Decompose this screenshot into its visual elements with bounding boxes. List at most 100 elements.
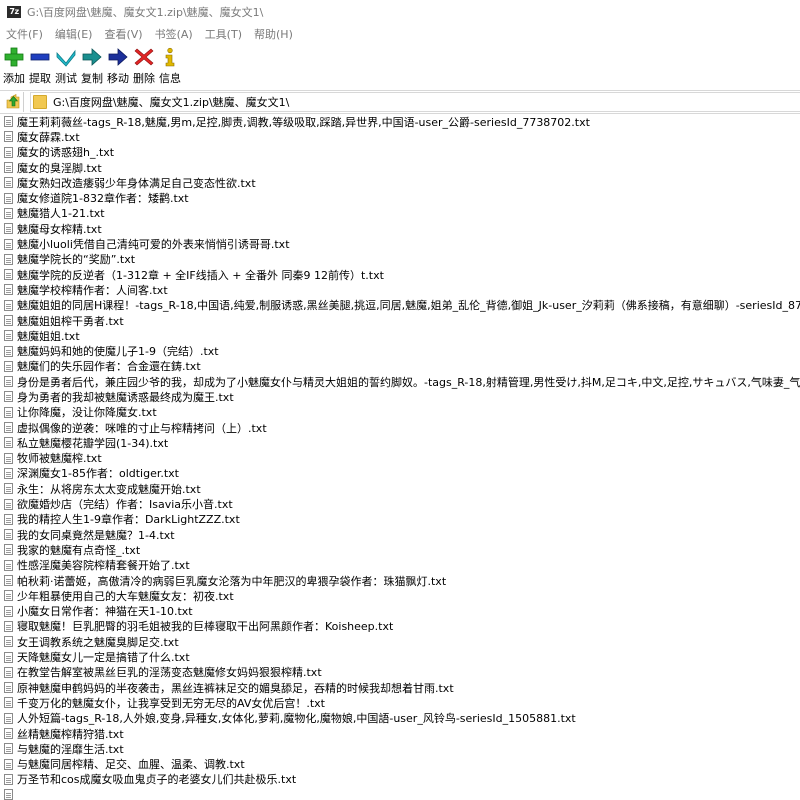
file-row[interactable]: 我的女同桌竟然是魅魔？1-4.txt	[0, 527, 800, 542]
file-row[interactable]: 魔女薛霖.txt	[0, 129, 800, 144]
text-file-icon	[4, 391, 13, 403]
file-row[interactable]: 帕秋莉·诺蕾姬，高傲清冷的病弱巨乳魔女沦落为中年肥汉的卑猥孕袋作者：珠猫飘灯.t…	[0, 573, 800, 588]
file-name: 虚拟偶像的逆袭：咪唯的寸止与榨精拷问（上）.txt	[17, 421, 267, 435]
file-row[interactable]: 在教堂告解室被黑丝巨乳的淫荡变态魅魔修女妈妈狠狠榨精.txt	[0, 665, 800, 680]
info-button[interactable]: 信息	[158, 44, 182, 86]
text-file-icon	[4, 207, 13, 219]
menu-help[interactable]: 帮助(H)	[248, 26, 299, 42]
text-file-icon	[4, 758, 13, 770]
text-file-icon	[4, 284, 13, 296]
menu-edit[interactable]: 编辑(E)	[49, 26, 99, 42]
file-name: 万圣节和cos成魔女吸血鬼贞子的老婆女儿们共赴极乐.txt	[17, 773, 297, 787]
text-file-icon	[4, 544, 13, 556]
file-name: 魅魔母女榨精.txt	[17, 222, 102, 236]
delete-button[interactable]: 删除	[132, 44, 156, 86]
up-folder-button[interactable]	[3, 92, 24, 112]
text-file-icon	[4, 498, 13, 510]
text-file-icon	[4, 743, 13, 755]
add-label: 添加	[3, 72, 25, 85]
file-name: 性感淫魔美容院榨精套餐开始了.txt	[17, 559, 190, 573]
file-name: 我的女同桌竟然是魅魔？1-4.txt	[17, 528, 175, 542]
file-row[interactable]: 魅魔姐姐.txt	[0, 328, 800, 343]
file-row[interactable]: 身份是勇者后代，兼庄园少爷的我，却成为了小魅魔女仆与精灵大姐姐的誓约脚奴。-ta…	[0, 374, 800, 389]
file-name: 身份是勇者后代，兼庄园少爷的我，却成为了小魅魔女仆与精灵大姐姐的誓约脚奴。-ta…	[17, 375, 800, 389]
text-file-icon	[4, 575, 13, 587]
file-row[interactable]: 寝取魅魔！巨乳肥臀的羽毛姐被我的巨棒寝取干出阿黑颜作者：Koisheep.txt	[0, 619, 800, 634]
file-row[interactable]: 虚拟偶像的逆袭：咪唯的寸止与榨精拷问（上）.txt	[0, 420, 800, 435]
minus-icon	[30, 47, 50, 67]
file-row[interactable]: 欲魔婚炒店（完结）作者：Isavia乐小音.txt	[0, 496, 800, 511]
text-file-icon	[4, 483, 13, 495]
file-row[interactable]: 魔女的臭淫脚.txt	[0, 160, 800, 175]
file-row[interactable]: 魅魔妈妈和她的使魔儿子1-9（完结）.txt	[0, 343, 800, 358]
file-name: 魅魔姐姐.txt	[17, 329, 80, 343]
text-file-icon	[4, 529, 13, 541]
menu-tools[interactable]: 工具(T)	[199, 26, 248, 42]
file-row[interactable]: 魅魔小luoli凭借自己清纯可爱的外表来悄悄引诱哥哥.txt	[0, 236, 800, 251]
file-row[interactable]: 魅魔母女榨精.txt	[0, 221, 800, 236]
file-row[interactable]: 魅魔姐姐的同居H课程！-tags_R-18,中国语,纯爱,制服诱惑,黑丝美腿,挑…	[0, 298, 800, 313]
file-row[interactable]: 性感淫魔美容院榨精套餐开始了.txt	[0, 558, 800, 573]
file-row[interactable]: 我的精控人生1-9章作者：DarkLightZZZ.txt	[0, 512, 800, 527]
menu-file[interactable]: 文件(F)	[0, 26, 49, 42]
file-row[interactable]: 牧师被魅魔榨.txt	[0, 451, 800, 466]
file-name: 身为勇者的我却被魅魔诱惑最终成为魔王.txt	[17, 391, 234, 404]
file-row[interactable]: 魅魔学校榨精作者：人间客.txt	[0, 282, 800, 297]
text-file-icon	[4, 345, 13, 357]
file-row[interactable]: 身为勇者的我却被魅魔诱惑最终成为魔王.txt	[0, 389, 800, 404]
file-row[interactable]: 与魅魔的淫靡生活.txt	[0, 741, 800, 756]
file-row[interactable]: 魔王莉莉薇丝-tags_R-18,魅魔,男m,足控,脚责,调教,等级吸取,踩踏,…	[0, 114, 800, 129]
file-row[interactable]: 少年粗暴使用自己的大车魅魔女友：初夜.txt	[0, 588, 800, 603]
text-file-icon	[4, 192, 13, 204]
file-name: 女王调教系统之魅魔臭脚足交.txt	[17, 635, 179, 649]
file-name: 魔女薛霖.txt	[17, 130, 80, 144]
text-file-icon	[4, 330, 13, 342]
file-row[interactable]: 人外短篇-tags_R-18,人外娘,变身,异種女,女体化,萝莉,魔物化,魔物娘…	[0, 711, 800, 726]
delete-label: 删除	[133, 72, 155, 85]
file-row[interactable]: 深渊魔女1-85作者：oldtiger.txt	[0, 466, 800, 481]
title-bar: 7z G:\百度网盘\魅魔、魔女文1.zip\魅魔、魔女文1\	[0, 0, 800, 24]
file-row[interactable]: 魅魔学院的反逆者（1-312章 + 全IF线插入 + 全番外 同秦9 12前传）…	[0, 267, 800, 282]
file-row[interactable]	[0, 787, 800, 800]
file-row[interactable]: 魅魔学院长的“奖励”.txt	[0, 252, 800, 267]
address-bar: G:\百度网盘\魅魔、魔女文1.zip\魅魔、魔女文1\	[0, 90, 800, 113]
text-file-icon	[4, 406, 13, 418]
file-name: 魅魔妈妈和她的使魔儿子1-9（完结）.txt	[17, 345, 219, 359]
toolbar: 添加 提取 测试 复制 移动 删除 信息	[0, 44, 800, 86]
file-name: 与魅魔同居榨精、足交、血腥、温柔、调教.txt	[17, 758, 245, 772]
copy-button[interactable]: 复制	[80, 44, 104, 86]
extract-button[interactable]: 提取	[28, 44, 52, 86]
menu-bar: 文件(F) 编辑(E) 查看(V) 书签(A) 工具(T) 帮助(H)	[0, 25, 800, 43]
file-row[interactable]: 千变万化的魅魔女仆，让我享受到无穷无尽的AV女优后宫！.txt	[0, 695, 800, 710]
file-row[interactable]: 女王调教系统之魅魔臭脚足交.txt	[0, 634, 800, 649]
file-row[interactable]: 魔女熟妇改造痿弱少年身体满足自己变态性欲.txt	[0, 175, 800, 190]
file-row[interactable]: 魔女修道院1-832章作者：矮鹳.txt	[0, 190, 800, 205]
file-name: 魔女熟妇改造痿弱少年身体满足自己变态性欲.txt	[17, 176, 256, 190]
text-file-icon	[4, 299, 13, 311]
file-row[interactable]: 魅魔们的失乐园作者：合金還在鋳.txt	[0, 359, 800, 374]
file-row[interactable]: 小魔女日常作者：神猫在天1-10.txt	[0, 604, 800, 619]
file-row[interactable]: 魅魔猎人1-21.txt	[0, 206, 800, 221]
add-button[interactable]: 添加	[2, 44, 26, 86]
test-button[interactable]: 测试	[54, 44, 78, 86]
file-row[interactable]: 魔女的诱惑翅h_.txt	[0, 145, 800, 160]
file-row[interactable]: 原神魅魔申鹤妈妈的半夜袭击，黑丝连裤袜足交的媚臭舔足，吞精的时候我却想着甘雨.t…	[0, 680, 800, 695]
text-file-icon	[4, 620, 13, 632]
file-row[interactable]: 魅魔姐姐榨干勇者.txt	[0, 313, 800, 328]
menu-view[interactable]: 查看(V)	[98, 26, 148, 42]
file-row[interactable]: 丝精魅魔榨精狩猎.txt	[0, 726, 800, 741]
file-row[interactable]: 私立魅魔樱花瓣学园(1-34).txt	[0, 435, 800, 450]
file-row[interactable]: 让你降魔，没让你降魔女.txt	[0, 405, 800, 420]
file-name: 深渊魔女1-85作者：oldtiger.txt	[17, 467, 179, 481]
file-row[interactable]: 与魅魔同居榨精、足交、血腥、温柔、调教.txt	[0, 756, 800, 771]
file-name: 魅魔学院的反逆者（1-312章 + 全IF线插入 + 全番外 同秦9 12前传）…	[17, 268, 384, 282]
move-button[interactable]: 移动	[106, 44, 130, 86]
file-row[interactable]: 天降魅魔女儿一定是搞错了什么.txt	[0, 649, 800, 664]
text-file-icon	[4, 238, 13, 250]
copy-arrow-icon	[82, 47, 102, 67]
path-field[interactable]: G:\百度网盘\魅魔、魔女文1.zip\魅魔、魔女文1\	[30, 92, 800, 112]
menu-bookmarks[interactable]: 书签(A)	[149, 26, 199, 42]
file-row[interactable]: 永生：从将房东太太变成魅魔开始.txt	[0, 481, 800, 496]
file-row[interactable]: 我家的魅魔有点奇怪_.txt	[0, 542, 800, 557]
file-row[interactable]: 万圣节和cos成魔女吸血鬼贞子的老婆女儿们共赴极乐.txt	[0, 772, 800, 787]
